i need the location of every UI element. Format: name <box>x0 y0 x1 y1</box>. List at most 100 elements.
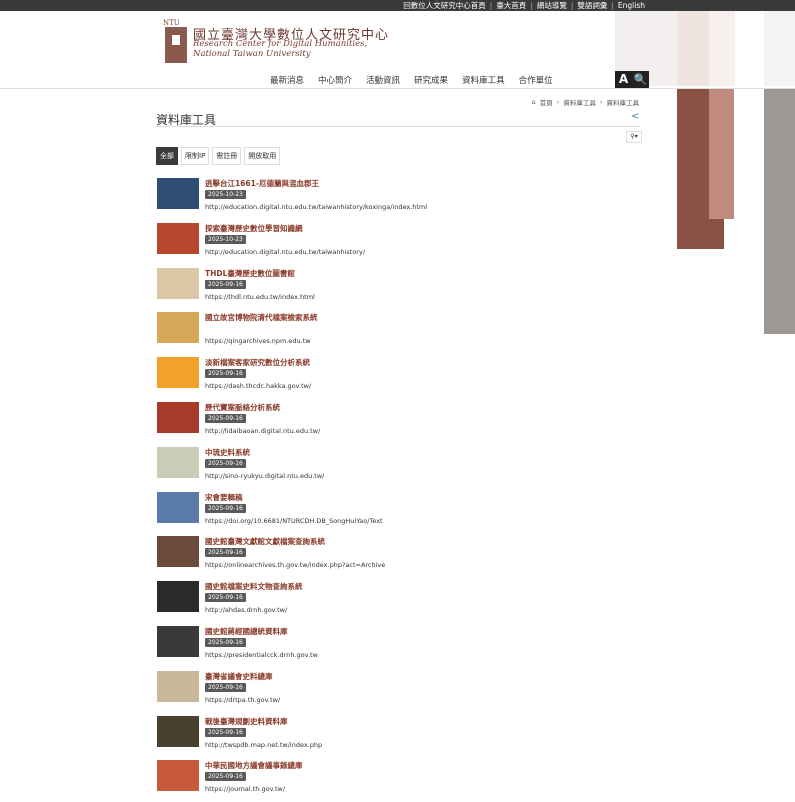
item-title[interactable]: THDL臺灣歷史數位圖書館 <box>205 268 295 279</box>
item-thumbnail[interactable] <box>157 715 199 747</box>
item-url[interactable]: https://journal.th.gov.tw/ <box>205 785 285 793</box>
item-url[interactable]: https://doi.org/10.6681/NTURCDH.DB_SongH… <box>205 517 383 525</box>
list-item: 逃擊台江1661-厄德蘭與混血郡王 2025-10-23 http://educat… <box>156 175 636 220</box>
top-link[interactable]: 回數位人文研究中心首頁 <box>403 0 486 11</box>
decorative-block <box>677 11 709 86</box>
item-thumbnail[interactable] <box>157 446 199 478</box>
item-title[interactable]: 中華民國地方議會議事錄總庫 <box>205 760 303 771</box>
item-thumbnail[interactable] <box>157 401 199 433</box>
filter-tab[interactable]: 開放取用 <box>244 147 281 165</box>
filter-tabs: 全部 限制IP 需註冊 開放取用 <box>156 147 281 165</box>
top-link-separator: | <box>611 1 614 10</box>
item-title[interactable]: 戰後臺灣規劃史料資料庫 <box>205 716 288 727</box>
nav-item[interactable]: 活動資訊 <box>366 74 400 86</box>
top-links: 回數位人文研究中心首頁 | 臺大首頁 | 網站導覽 | 雙語詞彙 | English <box>403 0 645 11</box>
item-title[interactable]: 逃擊台江1661-厄德蘭與混血郡王 <box>205 178 319 189</box>
list-item: 歷代寶案脈絡分析系統 2025-09-16 http://lidaibaoan.di… <box>156 399 636 444</box>
item-date: 2025-09-16 <box>205 503 246 513</box>
item-url[interactable]: http://twspdb.map.net.tw/index.php <box>205 741 322 749</box>
item-url[interactable]: https://thdl.ntu.edu.tw/index.html <box>205 293 315 301</box>
nav-item[interactable]: 研究成果 <box>414 74 448 86</box>
logo-english-title: Research Center for Digital Humanities, … <box>193 39 367 59</box>
list-item: 國史館臺灣文獻館文獻檔案查詢系統 2025-09-16 https://online… <box>156 533 636 578</box>
list-item: 探索臺灣歷史數位學習知識網 2025-10-23 http://education.… <box>156 220 636 265</box>
item-url[interactable]: https://dash.thcdc.hakka.gov.tw/ <box>205 382 311 390</box>
list-item: 國史館蔣經國總統資料庫 2025-09-16 https://presidentia… <box>156 623 636 668</box>
decorative-block <box>764 11 795 86</box>
nav-item[interactable]: 最新消息 <box>270 74 304 86</box>
list-item: 宋會要輯稿 2025-09-16 https://doi.org/10.6681/N… <box>156 489 636 534</box>
item-thumbnail[interactable] <box>157 581 199 613</box>
decorative-block <box>709 11 735 86</box>
item-url[interactable]: https://presidentialcck.drnh.gov.tw <box>205 651 318 659</box>
list-item: 中華民國地方議會議事錄總庫 2025-09-16 https://journal.t… <box>156 757 636 802</box>
item-url[interactable]: https://drtpa.th.gov.tw/ <box>205 696 280 704</box>
filter-tab[interactable]: 全部 <box>156 147 178 165</box>
share-icon[interactable]: < <box>631 111 639 122</box>
filter-tab[interactable]: 需註冊 <box>212 147 242 165</box>
item-thumbnail[interactable] <box>157 760 199 792</box>
item-url[interactable]: http://lidaibaoan.digital.ntu.edu.tw/ <box>205 427 320 435</box>
top-link[interactable]: 雙語詞彙 <box>577 0 607 11</box>
breadcrumb-parent[interactable]: 資料庫工具 <box>563 97 596 107</box>
item-thumbnail[interactable] <box>157 357 199 389</box>
item-url[interactable]: http://sino-ryukyu.digital.ntu.edu.tw/ <box>205 472 324 480</box>
item-thumbnail[interactable] <box>157 178 199 209</box>
nav-item[interactable]: 合作單位 <box>519 74 553 86</box>
item-thumbnail[interactable] <box>157 222 199 254</box>
top-bar: 回數位人文研究中心首頁 | 臺大首頁 | 網站導覽 | 雙語詞彙 | English <box>0 0 795 11</box>
title-divider <box>156 126 640 127</box>
item-thumbnail[interactable] <box>157 312 199 344</box>
nav-item[interactable]: 資料庫工具 <box>462 74 505 86</box>
item-title[interactable]: 歷代寶案脈絡分析系統 <box>205 402 280 413</box>
list-item: THDL臺灣歷史數位圖書館 2025-09-16 https://thdl.ntu.… <box>156 265 636 310</box>
item-title[interactable]: 國史館臺灣文獻館文獻檔案查詢系統 <box>205 536 325 547</box>
nav-item[interactable]: 中心簡介 <box>318 74 352 86</box>
item-url[interactable]: http://education.digital.ntu.edu.tw/taiw… <box>205 248 365 256</box>
top-link[interactable]: 網站導覽 <box>537 0 567 11</box>
logo-english-line2: National Taiwan University <box>193 49 311 59</box>
home-icon[interactable]: ⌂ <box>532 98 536 106</box>
item-title[interactable]: 臺灣省議會史料總庫 <box>205 671 273 682</box>
item-title[interactable]: 宋會要輯稿 <box>205 492 243 503</box>
item-title[interactable]: 國史館蔣經國總統資料庫 <box>205 626 288 637</box>
item-title[interactable]: 探索臺灣歷史數位學習知識網 <box>205 223 303 234</box>
breadcrumb: ⌂ 首頁 › 資料庫工具 › 資料庫工具 <box>532 97 639 107</box>
main-nav: 最新消息 中心簡介 活動資訊 研究成果 資料庫工具 合作單位 <box>270 74 553 86</box>
top-link[interactable]: English <box>618 1 645 10</box>
breadcrumb-separator: › <box>599 98 603 106</box>
decorative-bar <box>764 89 795 334</box>
list-item: 國立故宮博物院清代檔案檢索系統 https://qingarchives.npm.… <box>156 309 636 354</box>
list-item: 中琉史料系統 2025-09-16 http://sino-ryukyu.digit… <box>156 444 636 489</box>
database-list: 逃擊台江1661-厄德蘭與混血郡王 2025-10-23 http://educat… <box>156 175 636 802</box>
item-date: 2025-09-16 <box>205 682 246 692</box>
search-tool-button[interactable]: ⚲▾ <box>626 131 642 143</box>
item-thumbnail[interactable] <box>157 670 199 702</box>
item-date: 2025-09-16 <box>205 637 246 647</box>
top-link[interactable]: 臺大首頁 <box>496 0 526 11</box>
item-thumbnail[interactable] <box>157 491 199 523</box>
item-url[interactable]: https://qingarchives.npm.edu.tw <box>205 337 311 345</box>
item-date: 2025-09-16 <box>205 772 246 782</box>
item-thumbnail[interactable] <box>157 267 199 299</box>
header-tools: A 🔍 <box>615 71 649 88</box>
filter-tab[interactable]: 限制IP <box>181 147 210 165</box>
site-logo[interactable]: NTU 國立臺灣大學數位人文研究中心 Research Center for D… <box>163 19 403 65</box>
item-thumbnail[interactable] <box>157 625 199 657</box>
item-thumbnail[interactable] <box>157 536 199 568</box>
top-link-separator: | <box>489 1 493 10</box>
item-date: 2025-09-16 <box>205 593 246 603</box>
item-title[interactable]: 中琉史料系統 <box>205 447 250 458</box>
item-title[interactable]: 國立故宮博物院清代檔案檢索系統 <box>205 312 318 323</box>
item-title[interactable]: 國史館檔案史料文物查詢系統 <box>205 581 303 592</box>
breadcrumb-current: 資料庫工具 <box>606 99 640 107</box>
font-size-button[interactable]: A <box>615 71 632 88</box>
breadcrumb-home[interactable]: 首頁 <box>540 97 553 107</box>
item-url[interactable]: http://education.digital.ntu.edu.tw/taiw… <box>205 203 427 211</box>
item-title[interactable]: 淡新檔案客家研究數位分析系統 <box>205 357 310 368</box>
item-url[interactable]: http://ahdas.drnh.gov.tw/ <box>205 606 287 614</box>
item-url[interactable]: https://onlinearchives.th.gov.tw/index.p… <box>205 561 385 569</box>
item-date: 2025-09-16 <box>205 727 246 737</box>
search-icon[interactable]: 🔍 <box>632 71 649 88</box>
item-date: 2025-09-16 <box>205 279 246 289</box>
